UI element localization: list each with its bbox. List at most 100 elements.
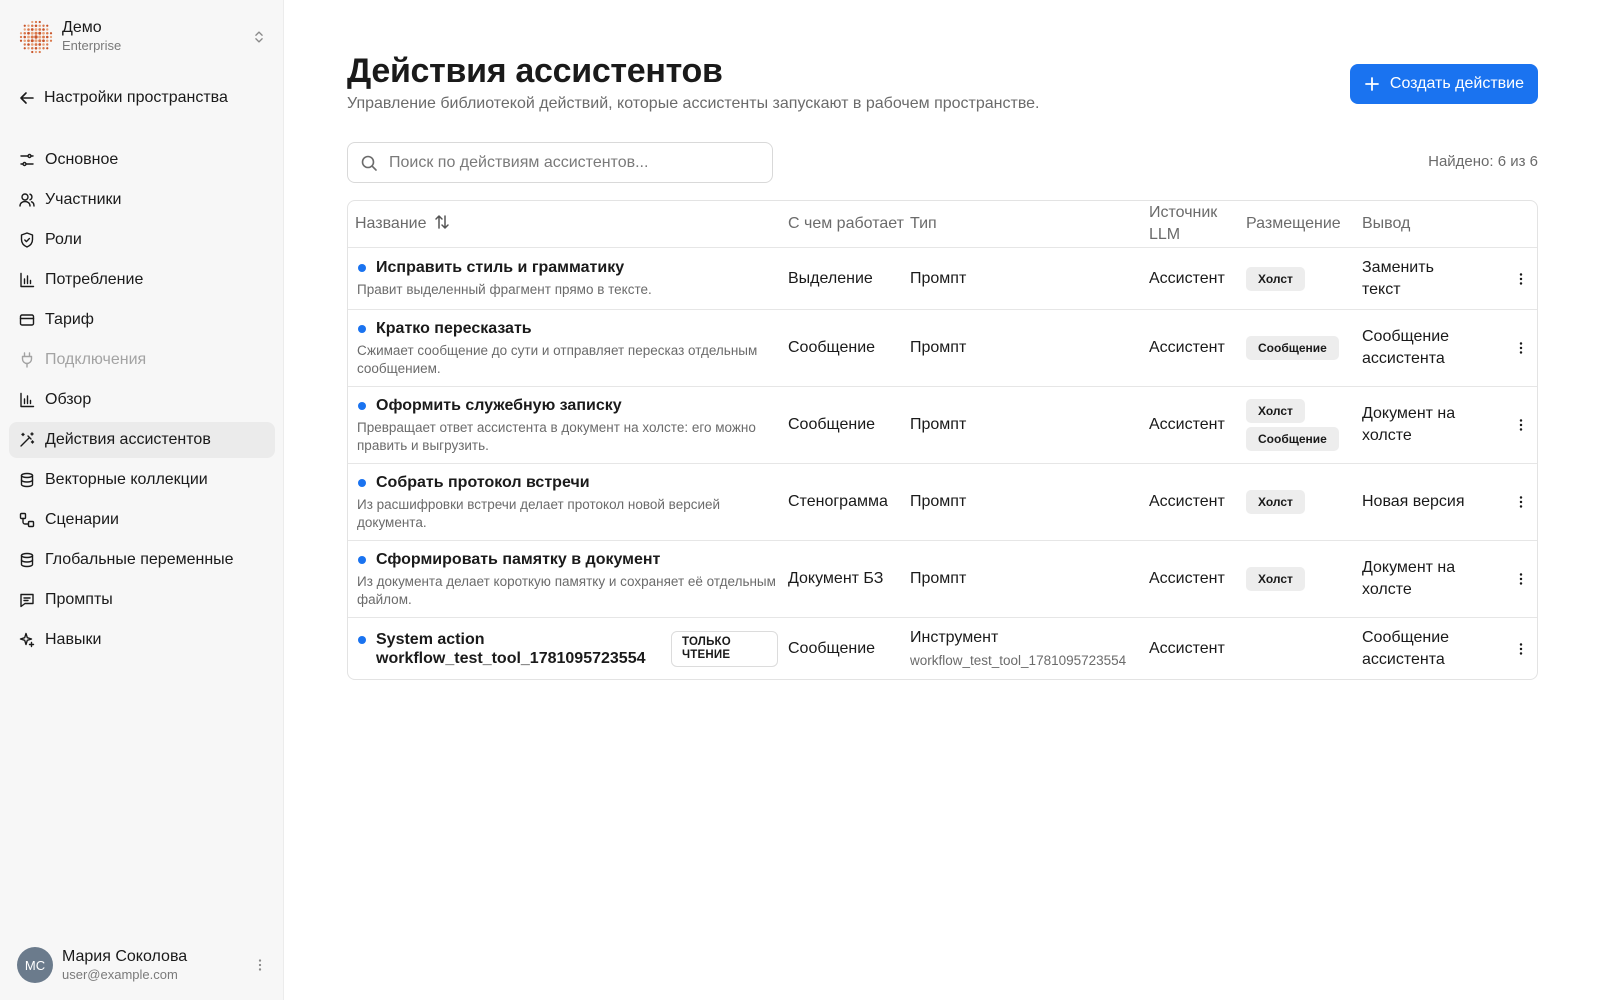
cell-source: Ассистент: [1149, 493, 1225, 510]
avatar: МС: [17, 947, 53, 983]
cell-type: Инструмент workflow_test_tool_17810957235…: [910, 627, 1149, 671]
cell-output: Документ на холсте: [1362, 559, 1456, 598]
sidebar-item-6[interactable]: Обзор: [9, 382, 275, 418]
plus-icon: [1365, 77, 1379, 91]
cell-output: Новая версия: [1362, 493, 1465, 510]
cell-type: Промпт: [910, 491, 1149, 513]
table-row[interactable]: Собрать протокол встречи Из расшифровки в…: [348, 463, 1537, 540]
sidebar-item-label: Промпты: [45, 591, 113, 608]
sidebar-item-1[interactable]: Участники: [9, 182, 275, 218]
user-profile[interactable]: МС Мария Соколова user@example.com: [17, 946, 269, 984]
table-row[interactable]: Кратко пересказать Сжимает сообщение до с…: [348, 309, 1537, 386]
status-dot: [358, 478, 366, 487]
database-icon: [18, 471, 36, 489]
back-link-label: Настройки пространства: [44, 89, 228, 106]
action-description: Сжимает сообщение до сути и отправляет п…: [357, 342, 758, 376]
cell-name: System action workflow_test_tool_1781095…: [348, 630, 788, 668]
sort-icon[interactable]: [433, 213, 451, 231]
sidebar-item-0[interactable]: Основное: [9, 142, 275, 178]
sidebar-item-2[interactable]: Роли: [9, 222, 275, 258]
placement-tag: Холст: [1246, 399, 1305, 423]
cell-name: Сформировать памятку в документ Из докуме…: [348, 550, 788, 609]
main-content: Действия ассистентов Управление библиоте…: [347, 0, 1538, 1000]
action-title-line: Сформировать памятку в документ: [355, 550, 778, 569]
action-type-detail: workflow_test_tool_1781095723554: [910, 652, 1127, 668]
cell-placement: Сообщение: [1246, 336, 1362, 360]
table-row[interactable]: System action workflow_test_tool_1781095…: [348, 617, 1537, 679]
table-row[interactable]: Оформить служебную записку Превращает отв…: [348, 386, 1537, 463]
sidebar-item-9[interactable]: Сценарии: [9, 502, 275, 538]
create-action-button[interactable]: Создать действие: [1349, 64, 1538, 104]
more-vertical-icon[interactable]: [1511, 415, 1531, 435]
cell-actions: [1502, 639, 1537, 659]
more-vertical-icon[interactable]: [1511, 338, 1531, 358]
sidebar-item-label: Навыки: [45, 631, 102, 648]
sidebar-item-3[interactable]: Потребление: [9, 262, 275, 298]
cell-name: Кратко пересказать Сжимает сообщение до с…: [348, 319, 788, 378]
sidebar-item-label: Роли: [45, 231, 82, 248]
column-header-placement: Размещение: [1246, 215, 1341, 232]
placement-tag: Холст: [1246, 266, 1305, 291]
placement-tag: Сообщение: [1246, 427, 1339, 451]
table-row[interactable]: Исправить стиль и грамматику Правит выдел…: [348, 247, 1537, 309]
sidebar-item-7[interactable]: Действия ассистентов: [9, 422, 275, 458]
more-vertical-icon[interactable]: [251, 956, 269, 974]
action-title: Исправить стиль и грамматику: [376, 259, 625, 276]
search-icon: [361, 155, 377, 171]
cell-source: Ассистент: [1149, 339, 1225, 356]
chevron-up-down-icon[interactable]: [250, 28, 268, 46]
action-title-line: Оформить служебную записку: [355, 396, 778, 415]
action-type: Промпт: [910, 493, 967, 510]
sidebar-item-12[interactable]: Навыки: [9, 622, 275, 658]
more-vertical-icon[interactable]: [1511, 639, 1531, 659]
action-type: Промпт: [910, 339, 967, 356]
database-icon: [18, 551, 36, 569]
cell-type: Промпт: [910, 414, 1149, 436]
action-title: Собрать протокол встречи: [376, 473, 590, 491]
sidebar-nav: Основное Участники Роли Потребление Тариф Под…: [9, 142, 275, 662]
read-only-badge: ТОЛЬКО ЧТЕНИЕ: [671, 630, 778, 667]
search-input[interactable]: [389, 153, 772, 172]
back-to-workspace-settings[interactable]: Настройки пространства: [18, 87, 228, 109]
placement-tag: Холст: [1246, 567, 1305, 591]
page-title: Действия ассистентов: [347, 52, 723, 90]
sidebar-item-8[interactable]: Векторные коллекции: [9, 462, 275, 498]
sidebar-item-10[interactable]: Глобальные переменные: [9, 542, 275, 578]
user-info: Мария Соколова user@example.com: [62, 947, 251, 983]
table-header: Название С чем работает Тип Источник LLM…: [348, 201, 1537, 247]
sidebar-item-4[interactable]: Тариф: [9, 302, 275, 338]
cell-name: Исправить стиль и грамматику Правит выдел…: [348, 258, 788, 299]
status-dot: [358, 401, 366, 410]
create-action-label: Создать действие: [1389, 75, 1524, 92]
table-body: Исправить стиль и грамматику Правит выдел…: [348, 247, 1537, 679]
action-title: Сформировать памятку в документ: [376, 550, 661, 568]
action-type: Инструмент: [910, 628, 999, 646]
action-description: Из расшифровки встречи делает протокол н…: [357, 496, 721, 530]
results-count: Найдено: 6 из 6: [1428, 153, 1538, 170]
status-dot: [358, 324, 366, 333]
shield-icon: [18, 231, 36, 249]
search-box[interactable]: [347, 142, 773, 183]
action-description: Из документа делает короткую памятку и с…: [357, 573, 776, 607]
column-header-name-label: Название: [355, 215, 427, 232]
action-description: Правит выделенный фрагмент прямо в текст…: [357, 282, 652, 297]
workspace-switcher[interactable]: Демо Enterprise: [18, 18, 268, 56]
status-dot: [358, 264, 366, 272]
more-vertical-icon[interactable]: [1511, 492, 1531, 512]
more-vertical-icon[interactable]: [1511, 569, 1531, 589]
column-header-name[interactable]: Название: [348, 213, 788, 235]
users-icon: [18, 191, 36, 209]
cell-type: Промпт: [910, 337, 1149, 359]
sidebar-item-label: Обзор: [45, 391, 92, 408]
placement-tags: Холст: [1246, 266, 1362, 291]
action-title-line: Исправить стиль и грамматику: [355, 258, 778, 277]
more-vertical-icon[interactable]: [1511, 269, 1531, 289]
sidebar-item-5: Подключения: [9, 342, 275, 378]
bar-chart-icon: [18, 391, 36, 409]
cell-source: Ассистент: [1149, 269, 1225, 287]
magic-wand-icon: [18, 431, 36, 449]
status-dot: [358, 555, 366, 564]
placement-tags: Холст Сообщение: [1246, 399, 1362, 451]
table-row[interactable]: Сформировать памятку в документ Из докуме…: [348, 540, 1537, 617]
sidebar-item-11[interactable]: Промпты: [9, 582, 275, 618]
